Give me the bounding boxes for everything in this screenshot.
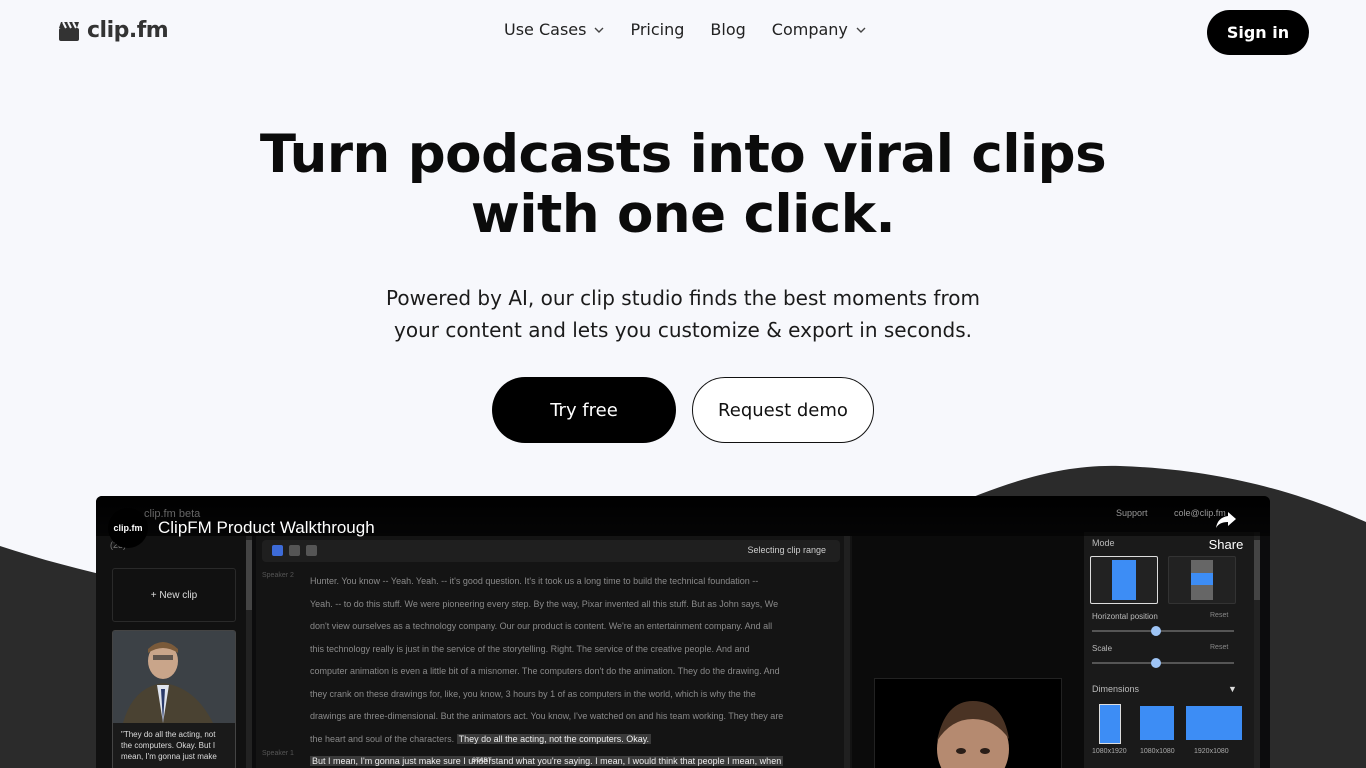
transcript-toolbar: Selecting clip range xyxy=(262,540,840,562)
nav-company[interactable]: Company xyxy=(772,20,866,39)
video-preview xyxy=(852,536,1084,768)
nav-blog[interactable]: Blog xyxy=(710,20,745,39)
nav-pricing-label: Pricing xyxy=(630,20,685,39)
clip-quote: "They do all the acting, not the compute… xyxy=(121,730,217,761)
scale-slider[interactable] xyxy=(1092,658,1234,668)
preview-frame xyxy=(874,678,1062,768)
logo-text: clip.fm xyxy=(87,18,169,43)
toolbar-icons xyxy=(272,545,317,556)
highlighted-clip-start[interactable]: They do all the acting, not the computer… xyxy=(456,733,652,744)
mode-label: Mode xyxy=(1092,538,1115,548)
hero-subtitle: Powered by AI, our clip studio finds the… xyxy=(383,282,983,346)
transcript-line: But I mean, I'm gonna just make sure I u… xyxy=(310,750,832,768)
dimension-label: 1080x1920 xyxy=(1092,748,1127,755)
panel-scrollbar[interactable] xyxy=(1254,532,1260,768)
mode-split-option[interactable] xyxy=(1168,556,1236,604)
speaker-label: Speaker 1 xyxy=(262,750,294,757)
nav-use-cases-label: Use Cases xyxy=(504,20,587,39)
hero-title-line-2: with one click. xyxy=(470,184,896,245)
transcript-panel: Selecting clip range Speaker 2 Hunter. Y… xyxy=(256,536,852,768)
share-label: Share xyxy=(1208,537,1244,552)
share-icon xyxy=(1216,512,1236,528)
transcript-line: don't view ourselves as a technology com… xyxy=(310,621,773,631)
request-demo-button[interactable]: Request demo xyxy=(692,377,874,443)
support-link[interactable]: Support xyxy=(1116,508,1148,518)
hero-title: Turn podcasts into viral clips with one … xyxy=(0,125,1366,245)
transcript-line: Hunter. You know -- Yeah. Yeah. -- it's … xyxy=(310,576,759,586)
transcript-line: drawings are three-dimensional. But the … xyxy=(310,711,784,721)
logo[interactable]: clip.fm xyxy=(57,18,169,43)
sidebar-scrollbar[interactable] xyxy=(246,536,252,768)
chevron-down-icon xyxy=(856,27,866,33)
slider-knob[interactable] xyxy=(1150,626,1161,636)
edit-icon[interactable] xyxy=(289,545,300,556)
hero-subtitle-line-2: your content and lets you customize & ex… xyxy=(394,318,972,342)
nav-use-cases[interactable]: Use Cases xyxy=(504,20,604,39)
slider-knob[interactable] xyxy=(1150,658,1161,668)
new-clip-button[interactable]: + New clip xyxy=(112,568,236,622)
transcript-line: the heart and soul of the characters. Th… xyxy=(310,728,832,751)
dimension-label: 1080x1080 xyxy=(1140,748,1175,755)
toolbar-status: Selecting clip range xyxy=(747,545,826,555)
transcript-text[interactable]: Hunter. You know -- Yeah. Yeah. -- it's … xyxy=(310,570,832,768)
main-nav: Use Cases Pricing Blog Company xyxy=(504,20,866,39)
settings-panel: Mode Horizontal position Reset Scale Res… xyxy=(1084,532,1254,768)
speaker-label: Speaker 2 xyxy=(262,572,294,579)
clip-thumbnail xyxy=(113,631,235,723)
product-video[interactable]: (23) + New clip "They do all the acting,… xyxy=(96,496,1270,768)
transcript-line-text: the heart and soul of the characters. xyxy=(310,733,455,744)
transcript-line: Yeah. -- to do this stuff. We were pione… xyxy=(310,598,779,609)
channel-avatar[interactable]: clip.fm xyxy=(108,508,148,548)
nav-pricing[interactable]: Pricing xyxy=(630,20,684,39)
highlighted-clip-text[interactable]: But I mean, I'm gonna just make sure I u… xyxy=(310,756,784,766)
transcript-line: they crank on these drawings for, like, … xyxy=(310,688,756,699)
video-title[interactable]: ClipFM Product Walkthrough xyxy=(158,518,375,538)
nav-blog-label: Blog xyxy=(710,20,746,39)
dimension-option-wide[interactable] xyxy=(1186,706,1242,740)
dimension-label: 1920x1080 xyxy=(1194,748,1229,755)
dimensions-label: Dimensions xyxy=(1092,684,1140,694)
chevron-down-icon xyxy=(594,27,604,33)
transcript-line: this technology really is just in the se… xyxy=(310,643,750,654)
start-marker: START xyxy=(472,758,492,764)
transcript-line: computer animation is even a little bit … xyxy=(310,666,780,676)
list-icon[interactable] xyxy=(306,545,317,556)
dimension-option-square[interactable] xyxy=(1140,706,1174,740)
try-free-button[interactable]: Try free xyxy=(492,377,676,443)
sign-in-button[interactable]: Sign in xyxy=(1207,10,1309,55)
select-tool-icon[interactable] xyxy=(272,545,283,556)
mode-fill-option[interactable] xyxy=(1090,556,1158,604)
transcript-scrollbar[interactable] xyxy=(844,536,850,768)
clips-sidebar: (23) + New clip "They do all the acting,… xyxy=(96,536,246,768)
clip-card[interactable]: "They do all the acting, not the compute… xyxy=(112,630,236,768)
scale-label: Scale xyxy=(1092,644,1113,653)
horizontal-position-label: Horizontal position xyxy=(1092,612,1158,621)
reset-scale-button[interactable]: Reset xyxy=(1210,644,1228,651)
clapperboard-icon xyxy=(59,21,79,41)
nav-company-label: Company xyxy=(771,20,848,39)
horizontal-position-slider[interactable] xyxy=(1092,626,1234,636)
hero-title-line-1: Turn podcasts into viral clips xyxy=(259,124,1107,185)
share-button[interactable]: Share xyxy=(1204,510,1248,552)
dimension-option-vertical[interactable] xyxy=(1099,704,1121,744)
caret-down-icon[interactable]: ▼ xyxy=(1228,684,1237,694)
hero-subtitle-line-1: Powered by AI, our clip studio finds the… xyxy=(386,286,980,310)
reset-hpos-button[interactable]: Reset xyxy=(1210,612,1228,619)
